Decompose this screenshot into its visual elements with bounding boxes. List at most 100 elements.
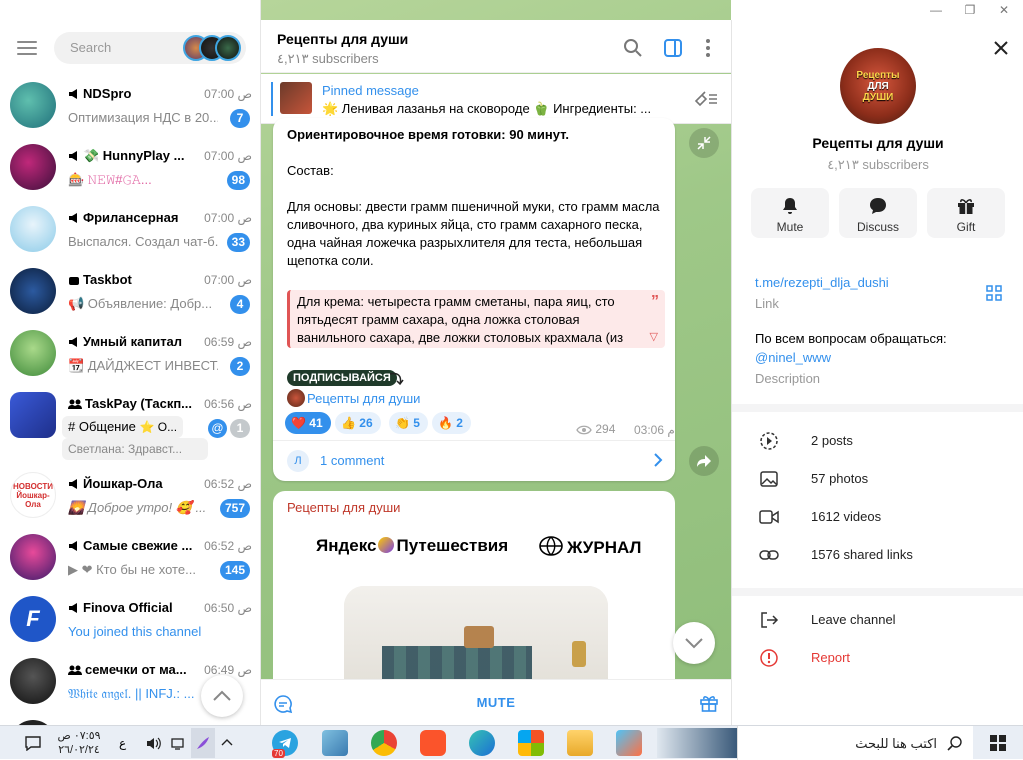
pinned-thumbnail: [280, 82, 312, 114]
reaction-heart[interactable]: ❤️ 41: [285, 412, 331, 434]
volume-icon[interactable]: [146, 737, 162, 750]
store-taskbar-icon[interactable]: [518, 730, 544, 756]
telegram-taskbar-icon[interactable]: 70: [272, 730, 298, 758]
channel-avatar[interactable]: Рецепты ДЛЯ ДУШИ: [840, 48, 916, 124]
leave-channel-button[interactable]: Leave channel: [732, 601, 1023, 639]
photo-icon: [760, 471, 778, 487]
chevron-down-icon: [685, 638, 703, 649]
channel-icon: [69, 151, 77, 161]
chat-item-freshest[interactable]: Самые свежие ... 06:52 ص ▶ ❤ Кто бы не х…: [0, 526, 260, 588]
chrome-taskbar-icon[interactable]: [371, 730, 397, 756]
description-label: Description: [755, 371, 821, 386]
post-quote[interactable]: Для крема: четыреста грамм сметаны, пара…: [287, 290, 665, 348]
expand-chevron-icon[interactable]: ▽: [650, 328, 658, 346]
edge-taskbar-icon[interactable]: [469, 730, 495, 756]
menu-icon[interactable]: [17, 41, 37, 55]
channel-link[interactable]: t.me/rezepti_dlja_dushi: [755, 275, 889, 290]
comments-button[interactable]: Л 1 comment: [273, 440, 675, 480]
unread-badge: 1: [230, 419, 250, 438]
brave-taskbar-icon[interactable]: [420, 730, 446, 756]
post-text-paragraph: Для основы: двести грамм пшеничной муки,…: [287, 199, 660, 268]
quote-text: Для крема: четыреста грамм сметаны, пара…: [297, 294, 624, 345]
chat-item-taskpay[interactable]: TaskPay (Таскп... 06:56 ص # Общение ⭐ О.…: [0, 384, 260, 462]
chat-subscribers: ٤,٢١٣ subscribers: [277, 51, 379, 66]
subscribe-sticker: ПОДПИСЫВАЙСЯ: [287, 370, 397, 386]
search-input[interactable]: Search: [54, 32, 246, 64]
channel-link[interactable]: Рецепты для души: [307, 391, 420, 406]
close-window-icon[interactable]: ✕: [989, 0, 1019, 20]
unread-badge: 757: [219, 499, 250, 518]
chat-time: 06:56 ص: [204, 397, 252, 411]
chat-header[interactable]: Рецепты для души ٤,٢١٣ subscribers: [261, 20, 731, 73]
story-avatar[interactable]: [215, 35, 241, 61]
chat-item-ndspro[interactable]: NDSpro 07:00 ص Оптимизация НДС в 20... 7: [0, 74, 260, 136]
pinned-message-bar[interactable]: Pinned message 🌟 Ленивая лазанья на сков…: [261, 74, 731, 124]
report-button[interactable]: Report: [732, 639, 1023, 677]
bot-icon: [69, 277, 79, 285]
taskbar-app-icon[interactable]: [322, 730, 348, 756]
chat-time: 07:00 ص: [204, 273, 252, 287]
media-stats: 2 posts 57 photos 1612 videos 1576 share…: [732, 412, 1023, 588]
pin-list-icon[interactable]: [693, 89, 719, 109]
notification-icon[interactable]: [24, 735, 42, 751]
mute-label: Mute: [776, 220, 804, 234]
pinned-indicator: [271, 82, 273, 116]
reaction-thumbs-up[interactable]: 👍 26: [335, 412, 381, 434]
collapse-icon[interactable]: [689, 128, 719, 158]
avatar: НОВОСТИ Йошкар-Ола: [10, 472, 56, 518]
chat-item-finova[interactable]: F Finova Official 06:50 ص You joined thi…: [0, 588, 260, 650]
reaction-clap[interactable]: 👏 5: [389, 412, 428, 434]
minimize-icon[interactable]: —: [921, 0, 951, 20]
links-row[interactable]: 1576 shared links: [732, 536, 1023, 574]
description-handle[interactable]: @ninel_www: [755, 350, 831, 365]
qr-code-icon[interactable]: [986, 285, 1002, 301]
search-icon: [947, 736, 962, 751]
channel-link-avatar: [287, 389, 305, 407]
discuss-action-button[interactable]: Discuss: [839, 188, 917, 238]
posts-row[interactable]: 2 posts: [732, 422, 1023, 460]
mute-button[interactable]: MUTE: [261, 680, 731, 725]
game-taskbar-icon[interactable]: [616, 730, 642, 756]
channel-post[interactable]: Ориентировочное время готовки: 90 минут.…: [273, 118, 675, 481]
photos-row[interactable]: 57 photos: [732, 460, 1023, 498]
forum-topic[interactable]: # Общение ⭐ О...: [62, 416, 184, 438]
more-menu-icon[interactable]: [697, 37, 719, 59]
gift-action-button[interactable]: Gift: [927, 188, 1005, 238]
input-language[interactable]: ع: [119, 736, 126, 750]
chat-time: 06:52 ص: [204, 477, 252, 491]
restore-icon[interactable]: ❐: [955, 0, 985, 20]
clock-date: ٢٦/٠٢/٢٤: [58, 744, 100, 756]
chat-item-freelance[interactable]: Фрилансерная 07:00 ص Выспался. Создал ча…: [0, 198, 260, 260]
unread-badge: 98: [226, 171, 250, 190]
chat-item-smart-capital[interactable]: Умный капитал 06:59 ص 📆 ДАЙДЖЕСТ ИНВЕСТ.…: [0, 322, 260, 384]
sidebar-toggle-icon[interactable]: [662, 37, 684, 59]
telegram-app: — ❐ ✕ Search NDSpro 07:00 ص Оптимизация …: [0, 0, 1023, 725]
avatar: [10, 330, 56, 376]
chat-item-taskbot[interactable]: Taskbot 07:00 ص 📢 Объявление: Добр... 4: [0, 260, 260, 322]
sidebar-header: Search: [0, 28, 260, 68]
mute-action-button[interactable]: Mute: [751, 188, 829, 238]
videos-row[interactable]: 1612 videos: [732, 498, 1023, 536]
channel-icon: [69, 541, 77, 551]
windows-start-icon[interactable]: [990, 735, 1006, 751]
gift-icon[interactable]: [699, 693, 719, 713]
scroll-down-button[interactable]: [673, 622, 715, 664]
scroll-up-button[interactable]: [201, 675, 243, 717]
search-highlight-image: [657, 728, 737, 758]
chat-item-hunnyplay[interactable]: 💸 HunnyPlay ... 07:00 ص 🎰 𝙽𝙴𝚆#𝙶𝙰... 98: [0, 136, 260, 198]
clock[interactable]: ٠٧:٥٩ ص ٢٦/٠٢/٢٤: [55, 729, 103, 757]
chat-name: Finova Official: [68, 600, 194, 615]
tray-chevron-icon[interactable]: [221, 738, 233, 746]
stories-strip[interactable]: [183, 35, 243, 61]
reaction-fire[interactable]: 🔥 2: [432, 412, 471, 434]
chat-preview: Оптимизация НДС в 20...: [68, 110, 218, 125]
file-explorer-taskbar-icon[interactable]: [567, 730, 593, 756]
link-icon: [759, 550, 779, 560]
chat-item-yoshkar-ola[interactable]: НОВОСТИ Йошкар-Ола Йошкар-Ола 06:52 ص 🌄 Д…: [0, 464, 260, 526]
tray-app-icon[interactable]: [191, 728, 215, 758]
taskbar-search-box[interactable]: اكتب هنا للبحث: [737, 726, 973, 760]
close-icon[interactable]: [993, 40, 1009, 56]
network-icon[interactable]: [171, 737, 187, 750]
share-forward-icon[interactable]: [689, 446, 719, 476]
search-icon[interactable]: [622, 37, 644, 59]
